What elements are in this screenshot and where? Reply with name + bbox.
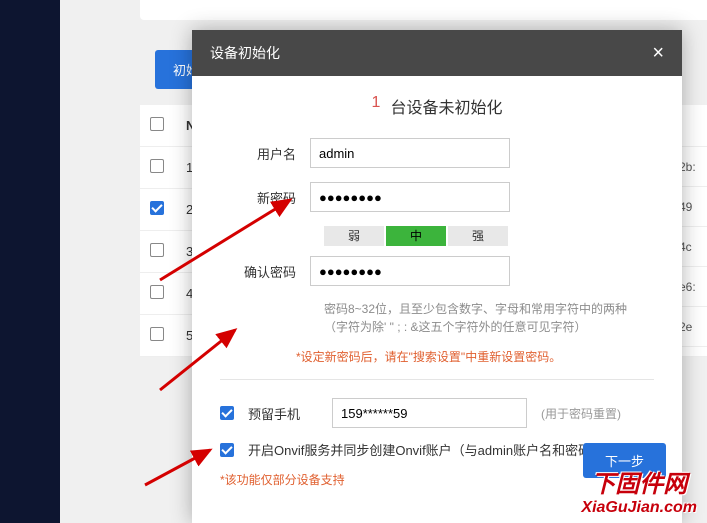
reserve-phone-note: (用于密码重置) — [541, 405, 621, 422]
device-init-modal: 设备初始化 × 1 台设备未初始化 用户名 新密码 弱 中 强 确认密码 密码8… — [192, 30, 682, 523]
watermark-cn: 下固件网 — [581, 464, 697, 499]
onvif-checkbox[interactable] — [220, 443, 234, 457]
row-checkbox[interactable] — [150, 285, 164, 299]
init-count: 1 — [372, 94, 381, 118]
modal-title: 设备初始化 — [210, 30, 280, 76]
init-count-row: 1 台设备未初始化 — [220, 94, 654, 118]
reserve-phone-label: 预留手机 — [248, 404, 318, 423]
after-set-warning: *设定新密码后，请在"搜索设置"中重新设置密码。 — [296, 348, 654, 365]
row-checkbox[interactable] — [150, 159, 164, 173]
onvif-label: 开启Onvif服务并同步创建Onvif账户（与admin账户名和密码相同） — [248, 440, 630, 459]
username-label: 用户名 — [220, 144, 310, 163]
confirmpwd-input[interactable] — [310, 256, 510, 286]
watermark: 下固件网 XiaGuJian.com — [581, 464, 697, 517]
password-strength: 弱 中 强 — [324, 226, 654, 246]
divider — [220, 379, 654, 380]
strength-weak: 弱 — [324, 226, 384, 246]
row-checkbox[interactable] — [150, 201, 164, 215]
username-input[interactable] — [310, 138, 510, 168]
newpwd-input[interactable] — [310, 182, 510, 212]
newpwd-label: 新密码 — [220, 188, 310, 207]
modal-header: 设备初始化 × — [192, 30, 682, 76]
close-icon[interactable]: × — [652, 30, 664, 76]
row-checkbox[interactable] — [150, 243, 164, 257]
watermark-en: XiaGuJian.com — [581, 499, 697, 517]
confirmpwd-label: 确认密码 — [220, 262, 310, 281]
password-hint: 密码8~32位，且至少包含数字、字母和常用字符中的两种（字符为除' " ; : … — [324, 300, 634, 336]
select-all-checkbox[interactable] — [150, 117, 164, 131]
strength-strong: 强 — [448, 226, 508, 246]
reserve-phone-input[interactable] — [332, 398, 527, 428]
app-sidebar-bg — [0, 0, 60, 523]
top-panel — [140, 0, 707, 20]
strength-mid: 中 — [386, 226, 446, 246]
row-checkbox[interactable] — [150, 327, 164, 341]
reserve-phone-checkbox[interactable] — [220, 406, 234, 420]
init-count-suffix: 台设备未初始化 — [390, 94, 502, 118]
